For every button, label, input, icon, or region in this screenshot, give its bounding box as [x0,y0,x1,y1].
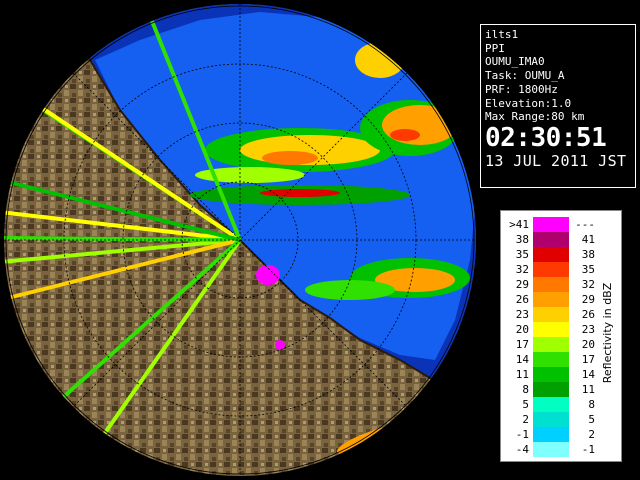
scan-date: 13 JUL 2011 JST [485,151,627,170]
legend-swatch [533,217,569,232]
legend-low-value: 23 [515,308,529,321]
legend-swatch [533,247,569,262]
legend-low-value: 11 [515,368,529,381]
legend-high-value: --- [575,218,595,231]
site-name: ilts1 [485,28,519,41]
legend-high-value: -1 [581,443,595,456]
legend-swatch [533,382,569,397]
legend-swatch [533,277,569,292]
task-label: Task: OUMU_A [485,69,565,83]
legend-swatch [533,292,569,307]
legend-low-value: 8 [522,383,529,396]
legend-swatch [533,442,569,457]
legend-low-value: 32 [515,263,529,276]
legend-high-value: 35 [581,263,595,276]
radar-map [0,0,480,480]
legend-low-value: 35 [515,248,529,261]
elevation-label: Elevation:1.0 [485,96,572,110]
legend-high-value: 14 [581,368,595,381]
max-range-label: Max Range:80 km [485,110,585,124]
legend-swatch [533,262,569,277]
legend-swatch [533,352,569,367]
legend-low-value: >41 [509,218,529,231]
legend-low-value: 29 [515,278,529,291]
legend-high-value: 29 [581,293,595,306]
scan-time: 02:30:51 [485,122,607,153]
legend-high-value: 11 [581,383,595,396]
product-name: OUMU_IMA0 [485,55,545,69]
legend-low-value: 17 [515,338,529,351]
scan-mode: PPI [485,41,505,55]
legend-swatch [533,337,569,352]
legend-low-value: -4 [515,443,529,456]
legend-high-value: 20 [581,338,595,351]
legend-high-value: 26 [581,308,595,321]
legend-high-value: 8 [588,398,595,411]
legend-axis-text: Reflectivity in dBZ [601,282,614,383]
legend-high-value: 41 [581,233,595,246]
legend-low-value: 14 [515,353,529,366]
legend-high-value: 38 [581,248,595,261]
legend-swatch [533,427,569,442]
legend-high-value: 17 [581,353,595,366]
legend-swatch [533,397,569,412]
legend-low-value: 26 [515,293,529,306]
legend-high-value: 2 [588,428,595,441]
legend-swatch [533,412,569,427]
legend-low-value: -1 [515,428,529,441]
legend-low-value: 2 [522,413,529,426]
legend-swatch [533,232,569,247]
legend-low-value: 38 [515,233,529,246]
legend-swatch [533,322,569,337]
legend-swatch [533,367,569,382]
legend-high-value: 32 [581,278,595,291]
legend-swatch [533,307,569,322]
legend-row: -4 -1 [501,442,621,457]
legend-high-value: 23 [581,323,595,336]
legend-low-value: 5 [522,398,529,411]
info-panel: ilts1 PPI OUMU_IMA0 Task: OUMU_A PRF: 18… [480,24,636,188]
legend-axis-label: Reflectivity in dBZ [601,282,614,383]
legend-low-value: 20 [515,323,529,336]
legend-high-value: 5 [588,413,595,426]
prf-label: PRF: 1800Hz [485,82,558,96]
